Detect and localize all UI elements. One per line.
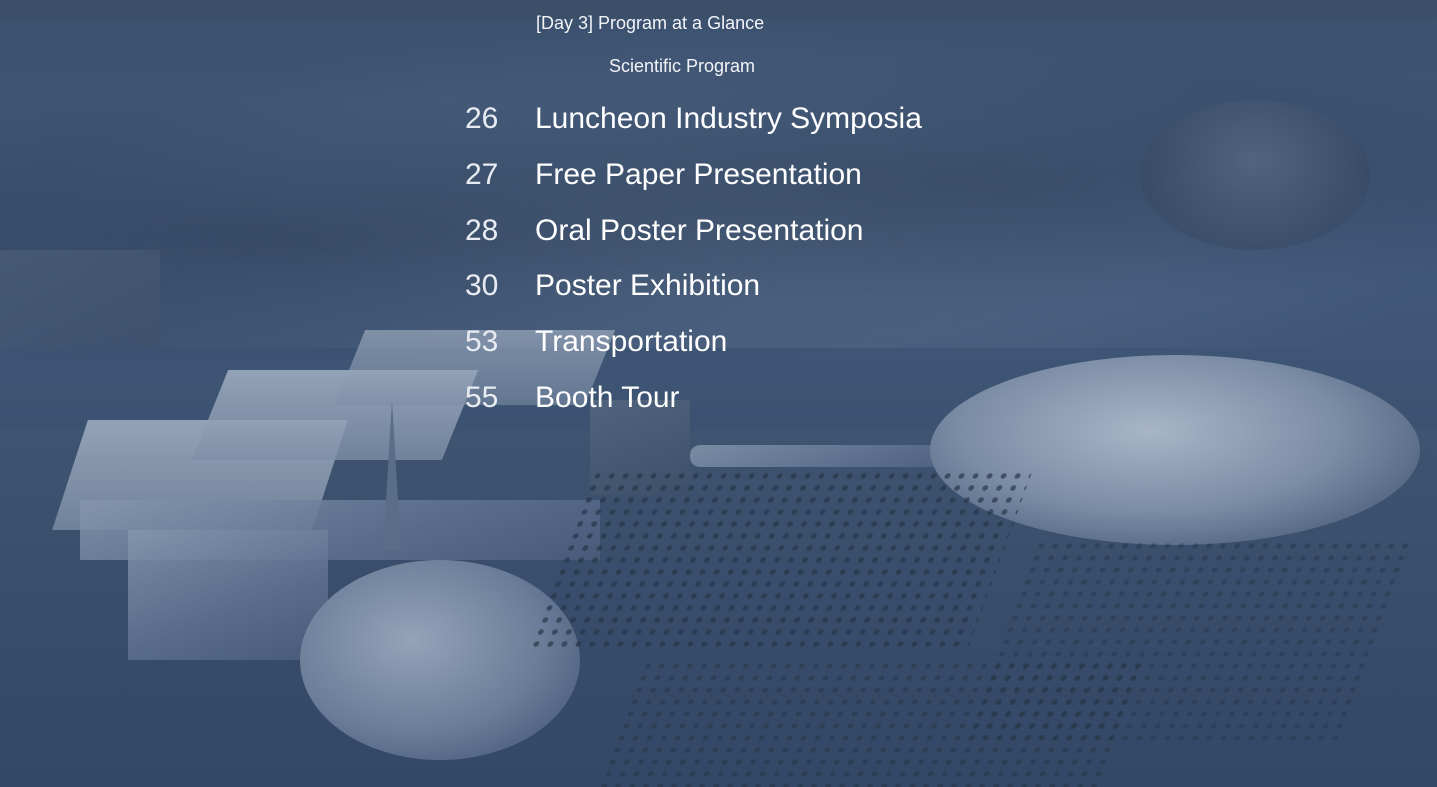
table-of-contents: [Day 3] Program at a Glance Scientific P… [0,0,1437,430]
toc-subitem-scientific-program[interactable]: Scientific Program [609,56,755,77]
toc-subitem-day3-glance[interactable]: [Day 3] Program at a Glance [536,13,764,34]
toc-entry[interactable]: 53 Transportation [460,322,727,362]
toc-page-number: 26 [465,102,499,135]
front-block [128,530,328,660]
toc-entry-title: Luncheon Industry Symposia [535,102,922,135]
toc-page-number: 27 [465,158,499,191]
tree-field [527,470,1033,650]
toc-page-number: 30 [465,269,499,302]
toc-page-number: 28 [465,214,499,247]
toc-entry[interactable]: 27 Free Paper Presentation [460,155,862,195]
toc-entry-title: Booth Tour [535,381,680,414]
toc-entry[interactable]: 30 Poster Exhibition [460,266,760,306]
tree-field-bottom [596,660,1144,787]
toc-page-number: 55 [465,381,499,414]
curved-building [300,560,580,760]
toc-entry-title: Oral Poster Presentation [535,214,864,247]
toc-entry[interactable]: 55 Booth Tour [460,378,680,418]
toc-entry[interactable]: 26 Luncheon Industry Symposia [460,99,922,139]
toc-entry[interactable]: 28 Oral Poster Presentation [460,211,864,251]
toc-entry-title: Transportation [535,325,728,358]
toc-page-number: 53 [465,325,499,358]
toc-entry-title: Free Paper Presentation [535,158,862,191]
toc-entry-title: Poster Exhibition [535,269,761,302]
